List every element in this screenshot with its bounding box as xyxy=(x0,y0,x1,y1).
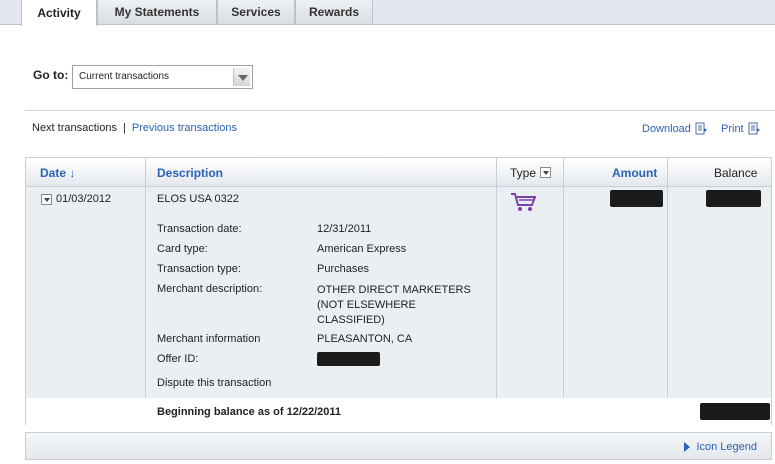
column-divider xyxy=(496,158,497,399)
column-header-description[interactable]: Description xyxy=(157,158,223,187)
detail-label: Offer ID: xyxy=(157,353,199,365)
redacted-beginning-balance xyxy=(700,403,770,420)
detail-label: Merchant information xyxy=(157,333,261,345)
download-label: Download xyxy=(642,122,691,135)
goto-label: Go to: xyxy=(33,68,69,82)
column-divider xyxy=(145,158,146,399)
tab-bar: Activity My Statements Services Rewards xyxy=(0,0,775,26)
column-divider xyxy=(563,158,564,399)
redacted-amount xyxy=(610,190,663,207)
icon-legend-link[interactable]: Icon Legend xyxy=(684,441,757,453)
download-icon xyxy=(695,122,708,135)
redacted-balance xyxy=(706,190,761,207)
icon-legend-label: Icon Legend xyxy=(696,441,757,453)
type-header-label: Type xyxy=(510,165,537,180)
dispute-transaction-link[interactable]: Dispute this transaction xyxy=(157,377,271,389)
column-header-balance: Balance xyxy=(714,165,758,180)
beginning-balance-label: Beginning balance as of 12/22/2011 xyxy=(157,406,342,418)
divider xyxy=(25,110,775,111)
detail-value: PLEASANTON, CA xyxy=(317,333,413,345)
column-header-date[interactable]: Date ↓ xyxy=(40,158,75,187)
column-divider xyxy=(667,158,668,399)
column-header-type[interactable]: Type xyxy=(510,158,552,187)
column-header-amount[interactable]: Amount xyxy=(612,158,657,187)
print-icon xyxy=(748,122,761,135)
goto-selected-value: Current transactions xyxy=(79,71,170,82)
detail-label: Merchant description: xyxy=(157,283,263,295)
detail-value: 12/31/2011 xyxy=(317,223,372,235)
triangle-right-icon xyxy=(684,442,691,452)
chevron-down-icon[interactable] xyxy=(233,68,250,86)
detail-label: Transaction type: xyxy=(157,263,241,275)
detail-label: Card type: xyxy=(157,243,208,255)
merchant-link[interactable]: ELOS USA 0322 xyxy=(157,193,239,205)
previous-transactions-link[interactable]: Previous transactions xyxy=(132,122,237,134)
detail-value: OTHER DIRECT MARKETERS (NOT ELSEWHERE CL… xyxy=(317,284,471,326)
transaction-date: 01/03/2012 xyxy=(56,193,112,205)
detail-value: Purchases xyxy=(317,263,369,275)
detail-label: Transaction date: xyxy=(157,223,242,235)
transactions-table: Date ↓ Description Type Amount Balance 0… xyxy=(25,157,772,425)
table-header: Date ↓ Description Type Amount Balance xyxy=(26,158,771,187)
tab-services[interactable]: Services xyxy=(217,0,295,25)
row-expand-toggle[interactable] xyxy=(41,194,52,205)
goto-select[interactable]: Current transactions xyxy=(72,65,253,89)
print-link[interactable]: Print xyxy=(721,122,761,135)
transaction-pager: Next transactions | Previous transactions xyxy=(32,122,237,134)
next-transactions-label: Next transactions xyxy=(32,122,117,134)
shopping-cart-icon xyxy=(510,192,538,212)
beginning-balance-row: Beginning balance as of 12/22/2011 xyxy=(25,398,772,425)
tab-rewards[interactable]: Rewards xyxy=(295,0,373,25)
redacted-offer-id xyxy=(317,352,380,366)
type-filter-dropdown-icon[interactable] xyxy=(540,167,552,178)
table-footer: Icon Legend xyxy=(25,432,772,460)
download-link[interactable]: Download xyxy=(642,122,708,135)
pager-separator: | xyxy=(122,122,126,134)
print-label: Print xyxy=(721,122,744,135)
tab-activity[interactable]: Activity xyxy=(21,0,97,26)
tab-my-statements[interactable]: My Statements xyxy=(97,0,217,25)
detail-value: American Express xyxy=(317,243,407,255)
